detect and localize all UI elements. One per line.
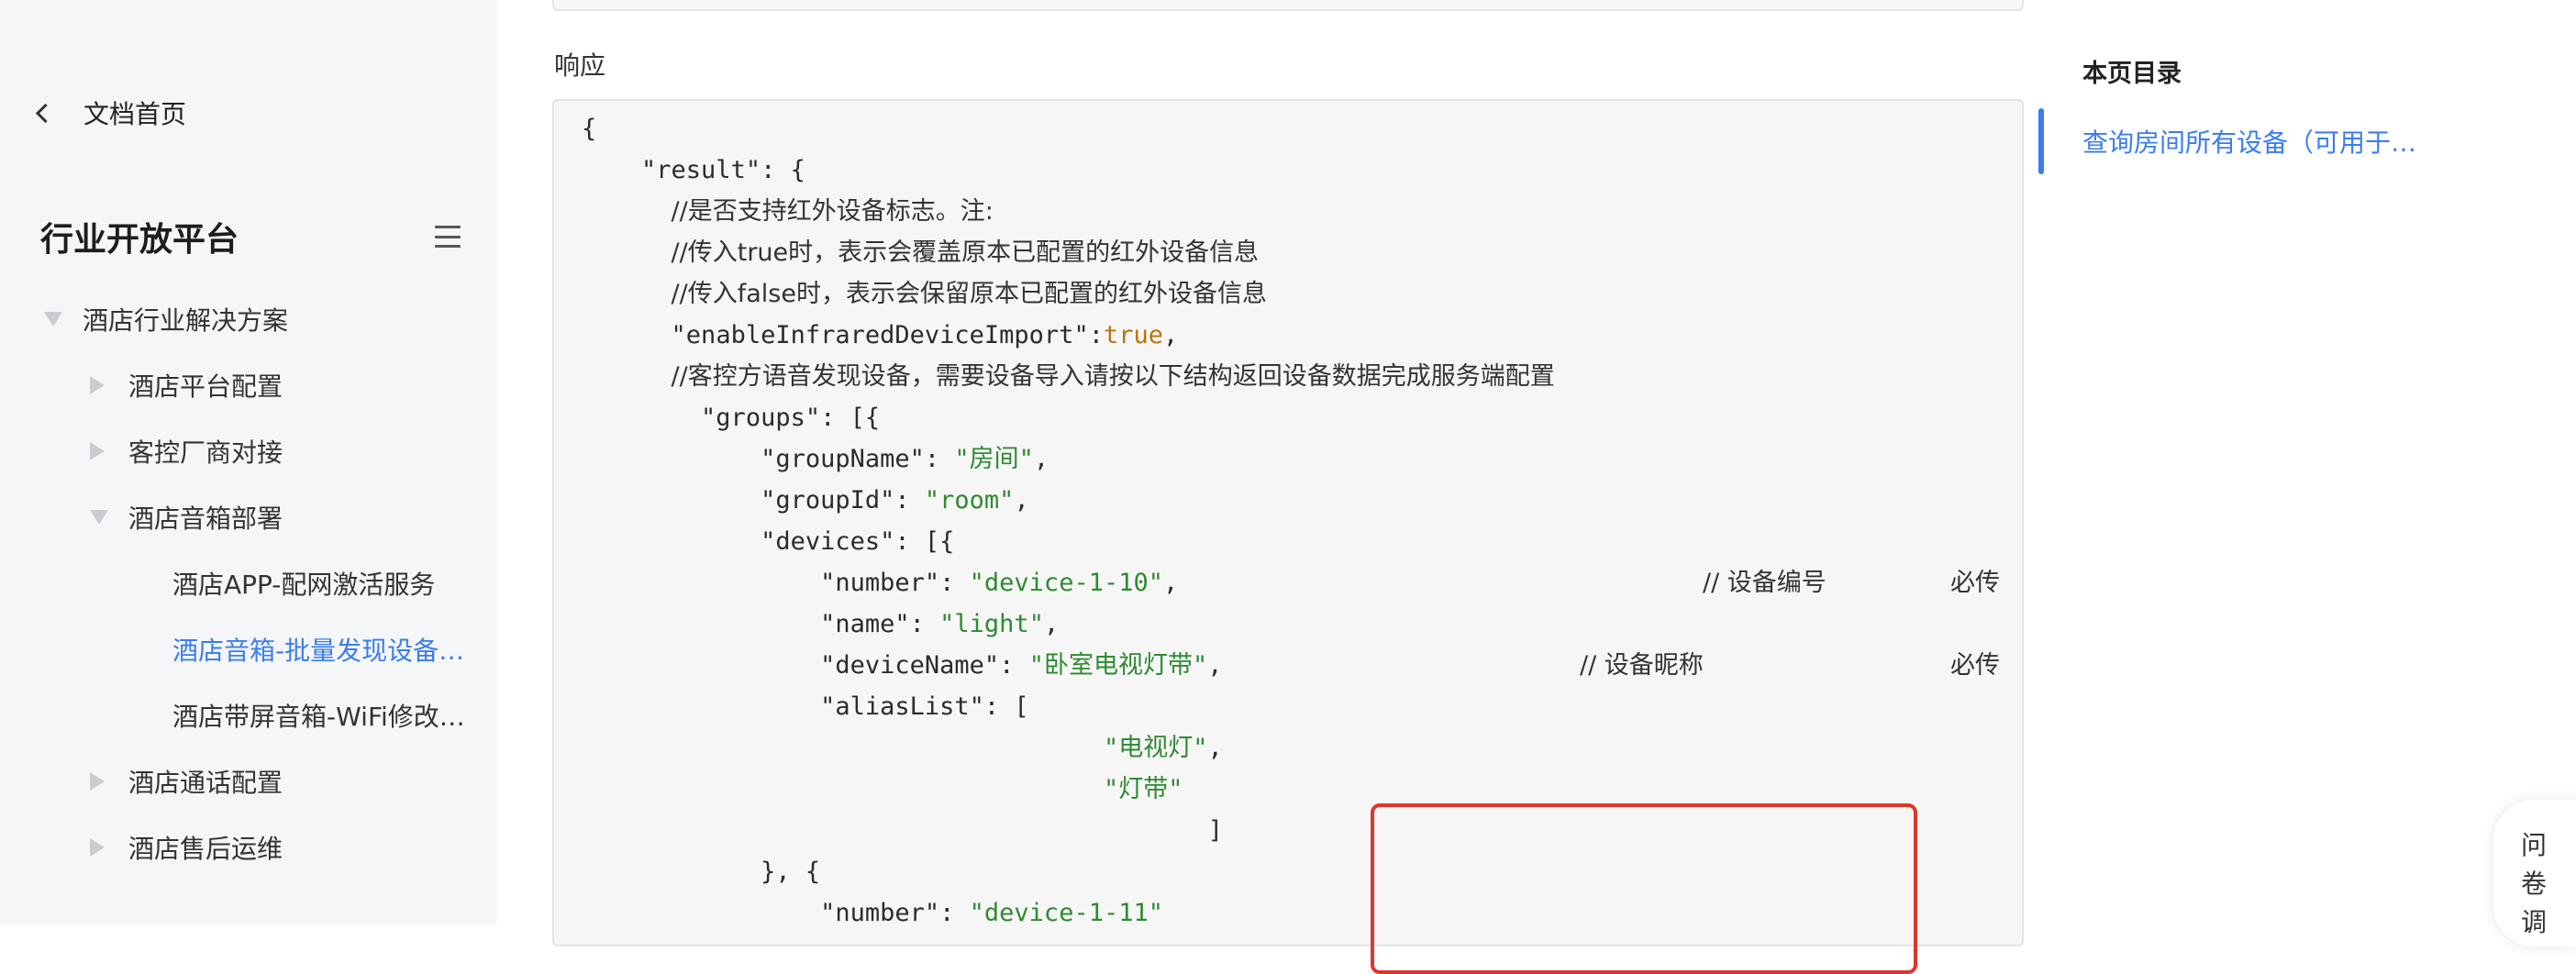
- nav-item-label: 酒店售后运维: [128, 834, 283, 864]
- code-line: "enableInfraredDeviceImport":true,: [582, 315, 2000, 356]
- caret-right-icon: [90, 838, 105, 857]
- toc-item-query-room-devices[interactable]: 查询房间所有设备（可用于…: [2082, 123, 2416, 160]
- code-string: "device-1-11": [969, 899, 1163, 927]
- chevron-left-icon: [35, 103, 56, 123]
- code-key: "enableInfraredDeviceImport": [671, 321, 1089, 349]
- code-line: "name": "light",: [820, 610, 1060, 638]
- code-key: "number": [820, 569, 940, 597]
- platform-title: 行业开放平台: [40, 221, 239, 259]
- code-line: //传入false时，表示会保留原本已配置的红外设备信息: [582, 273, 2000, 315]
- caret-right-icon: [90, 772, 105, 791]
- code-required-note: 必传: [1950, 651, 2000, 680]
- code-key: "groups": [701, 404, 821, 432]
- feedback-char: 调: [2521, 907, 2548, 937]
- code-line: "number": "device-1-10",// 设备编号 必传: [582, 562, 2000, 603]
- feedback-char: 问: [2521, 830, 2548, 860]
- nav-item-batch-discover[interactable]: 酒店音箱-批量发现设备…: [172, 625, 464, 673]
- code-trailing-comment: // 设备编号: [1703, 569, 1827, 597]
- back-link-label: 文档首页: [83, 99, 187, 129]
- code-line: //客控方语音发现设备，需要设备导入请按以下结构返回设备数据完成服务端配置: [582, 356, 2000, 397]
- code-text: : [: [983, 692, 1029, 721]
- caret-right-icon: [90, 376, 105, 394]
- code-text: ,: [1163, 321, 1179, 349]
- code-comment: //是否支持红外设备标志。注:: [671, 197, 994, 226]
- code-comment: //客控方语音发现设备，需要设备导入请按以下结构返回设备数据完成服务端配置: [671, 362, 1555, 391]
- nav-item-label: 客控厂商对接: [128, 437, 283, 468]
- code-text: : [{: [894, 527, 955, 556]
- nav-item-label: 酒店APP-配网激活服务: [172, 570, 436, 600]
- code-string: "卧室电视灯带": [1028, 651, 1208, 680]
- caret-right-icon: [90, 442, 105, 460]
- code-text: ]: [1207, 816, 1223, 845]
- code-line: "groups": [{: [582, 397, 2000, 438]
- code-line: }, {: [582, 851, 2000, 892]
- code-string: "room": [924, 486, 1015, 515]
- code-text: {: [582, 115, 597, 143]
- code-line: {: [582, 108, 2000, 149]
- code-key: "devices": [761, 527, 895, 556]
- code-line: //是否支持红外设备标志。注:: [582, 191, 2000, 232]
- code-line: "groupName": "房间",: [761, 445, 1049, 473]
- code-comment: //传入true时，表示会覆盖原本已配置的红外设备信息: [671, 238, 1260, 267]
- code-text: : [{: [820, 404, 881, 432]
- sidebar: 文档首页 行业开放平台 酒店行业解决方案 酒店平台配置 客控厂商对接 酒店音箱部…: [0, 0, 497, 924]
- code-key: "aliasList": [820, 692, 984, 721]
- code-text: :: [1088, 321, 1104, 349]
- nav-item-label: 酒店音箱部署: [128, 504, 283, 534]
- nav-item-speaker-deployment[interactable]: 酒店音箱部署: [90, 493, 283, 541]
- nav-item-label: 酒店通话配置: [128, 768, 283, 798]
- code-string: "房间": [954, 445, 1034, 473]
- nav-item-label: 酒店带屏音箱-WiFi修改…: [172, 702, 465, 732]
- caret-down-icon: [90, 510, 108, 525]
- code-required-note: 必传: [1950, 569, 2000, 597]
- nav-item-label: 酒店音箱-批量发现设备…: [172, 636, 465, 666]
- code-text: : {: [761, 156, 805, 184]
- toc-active-indicator: [2038, 108, 2044, 174]
- survey-feedback-tab[interactable]: 问 卷 调: [2493, 800, 2576, 946]
- toc-title: 本页目录: [2082, 60, 2182, 88]
- code-line: "deviceName": "卧室电视灯带",// 设备昵称 必传: [582, 645, 2000, 686]
- code-string: "电视灯": [1103, 734, 1208, 762]
- back-to-docs-home-link[interactable]: 文档首页: [31, 92, 186, 134]
- menu-icon[interactable]: [435, 226, 461, 248]
- code-key: "groupId": [761, 486, 895, 515]
- feedback-char: 卷: [2521, 869, 2548, 899]
- code-trailing-comment: // 设备昵称: [1580, 651, 1704, 680]
- response-code-block[interactable]: { "result": { //是否支持红外设备标志。注: //传入true时，…: [552, 99, 2024, 974]
- nav-item-app-activation[interactable]: 酒店APP-配网激活服务: [172, 559, 435, 607]
- code-comment: //传入false时，表示会保留原本已配置的红外设备信息: [671, 280, 1267, 308]
- code-string: "灯带": [1103, 775, 1183, 803]
- response-section-label: 响应: [554, 50, 606, 81]
- code-text: }, {: [761, 858, 821, 886]
- nav-item-hotel-platform-config[interactable]: 酒店平台配置: [90, 361, 283, 409]
- code-line: "电视灯",: [1103, 734, 1223, 762]
- code-line: "result": {: [582, 149, 2000, 191]
- code-key: "deviceName": [820, 651, 1000, 680]
- nav-item-call-config[interactable]: 酒店通话配置: [90, 758, 283, 805]
- nav-item-room-control-vendor[interactable]: 客控厂商对接: [90, 427, 283, 475]
- caret-down-icon: [44, 312, 62, 327]
- code-string: "light": [939, 610, 1044, 638]
- nav-item-label: 酒店行业解决方案: [83, 305, 289, 336]
- code-key: "groupName": [761, 445, 925, 473]
- nav-item-after-sales[interactable]: 酒店售后运维: [90, 824, 283, 871]
- code-boolean: true: [1103, 321, 1163, 349]
- code-line: "灯带": [582, 769, 2000, 810]
- code-line: "devices": [{: [582, 521, 2000, 562]
- code-line: "aliasList": [: [582, 686, 2000, 727]
- nav-item-hotel-solutions[interactable]: 酒店行业解决方案: [44, 295, 288, 343]
- code-line: "number": "device-1-11": [820, 899, 1163, 927]
- code-string: "device-1-10": [969, 569, 1163, 597]
- nav-item-wifi-modify[interactable]: 酒店带屏音箱-WiFi修改…: [172, 692, 465, 739]
- code-key: "number": [820, 899, 940, 927]
- code-line: //传入true时，表示会覆盖原本已配置的红外设备信息: [582, 232, 2000, 273]
- code-line: "groupId": "room",: [761, 486, 1029, 515]
- code-line: ]: [582, 810, 2000, 851]
- code-key: "name": [820, 610, 910, 638]
- code-key: "result": [641, 156, 761, 184]
- nav-item-label: 酒店平台配置: [128, 371, 283, 402]
- previous-code-block-edge: [552, 0, 2024, 11]
